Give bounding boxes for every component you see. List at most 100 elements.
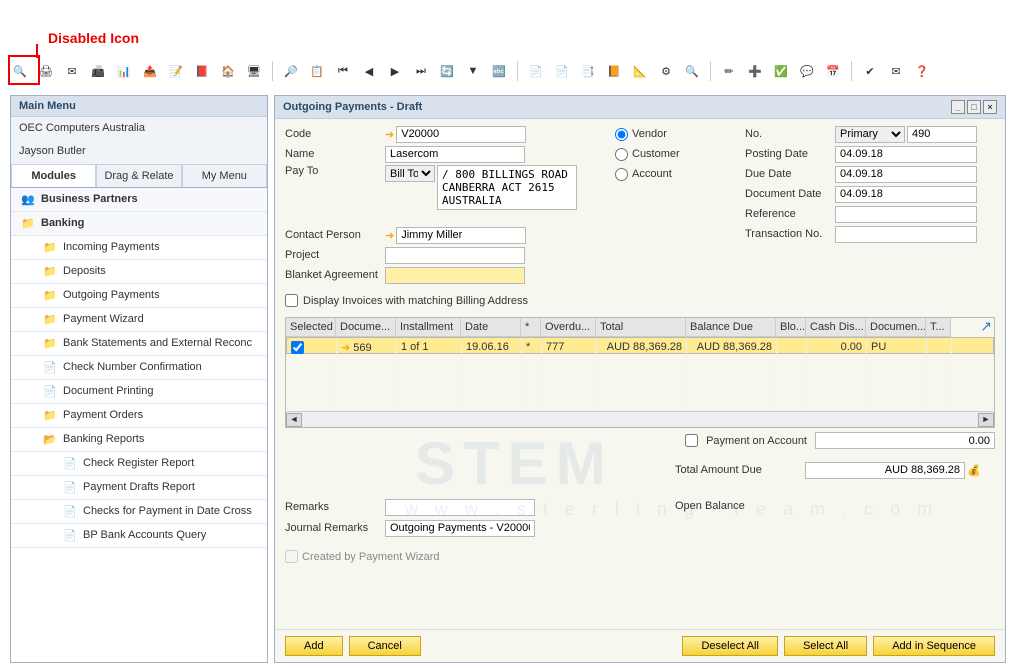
add-in-sequence-button[interactable]: Add in Sequence bbox=[873, 636, 995, 656]
approve-icon[interactable]: ✅ bbox=[771, 61, 791, 81]
payment-on-account-input[interactable] bbox=[815, 432, 995, 449]
export-xml-icon[interactable]: 📤 bbox=[140, 61, 160, 81]
address-textarea[interactable] bbox=[437, 165, 577, 210]
base-doc-icon[interactable]: 📙 bbox=[604, 61, 624, 81]
next-record-icon[interactable]: ▶ bbox=[385, 61, 405, 81]
form-settings-icon[interactable]: ⚙ bbox=[656, 61, 676, 81]
tree-item-payment-drafts-report[interactable]: 📄Payment Drafts Report bbox=[11, 476, 267, 500]
screen-layout-icon[interactable]: 🖥 bbox=[244, 61, 264, 81]
expand-icon[interactable]: ↗ bbox=[980, 318, 992, 335]
deselect-all-button[interactable]: Deselect All bbox=[682, 636, 777, 656]
last-record-icon[interactable]: ⏭ bbox=[411, 61, 431, 81]
journal-input[interactable] bbox=[385, 520, 535, 537]
posting-input[interactable] bbox=[835, 146, 977, 163]
tree-item-banking-reports[interactable]: 📂Banking Reports bbox=[11, 428, 267, 452]
tree-item-bank-statements-and-external-reconc[interactable]: 📁Bank Statements and External Reconc bbox=[11, 332, 267, 356]
blanket-input[interactable] bbox=[385, 267, 525, 284]
tree-item-check-register-report[interactable]: 📄Check Register Report bbox=[11, 452, 267, 476]
grid-scrollbar[interactable]: ◄ ► bbox=[286, 411, 994, 427]
tree-item-check-number-confirmation[interactable]: 📄Check Number Confirmation bbox=[11, 356, 267, 380]
email-icon[interactable]: ✉ bbox=[62, 61, 82, 81]
refresh-icon[interactable]: 🔄 bbox=[437, 61, 457, 81]
tree-item-incoming-payments[interactable]: 📁Incoming Payments bbox=[11, 236, 267, 260]
code-input[interactable] bbox=[396, 126, 526, 143]
grid-header[interactable]: Selected bbox=[286, 318, 336, 337]
translate-icon[interactable]: 🔤 bbox=[489, 61, 509, 81]
grid-header[interactable]: Date bbox=[461, 318, 521, 337]
alerts-icon[interactable]: ✔ bbox=[860, 61, 880, 81]
grid-header[interactable]: Balance Due bbox=[686, 318, 776, 337]
scroll-left-button[interactable]: ◄ bbox=[286, 413, 302, 427]
filter-icon[interactable]: 📋 bbox=[307, 61, 327, 81]
word-icon[interactable]: 📝 bbox=[166, 61, 186, 81]
row-select-checkbox[interactable] bbox=[291, 341, 304, 354]
grid-header[interactable]: Installment bbox=[396, 318, 461, 337]
contact-input[interactable] bbox=[396, 227, 526, 244]
tree-item-deposits[interactable]: 📁Deposits bbox=[11, 260, 267, 284]
grid-header[interactable]: Overdu... bbox=[541, 318, 596, 337]
grid-header[interactable]: Cash Dis... bbox=[806, 318, 866, 337]
grid-header[interactable]: Documen... bbox=[866, 318, 926, 337]
fax-icon[interactable]: 📠 bbox=[88, 61, 108, 81]
edit-icon[interactable]: ✏ bbox=[719, 61, 739, 81]
inbox-icon[interactable]: ✉ bbox=[886, 61, 906, 81]
maximize-button[interactable]: □ bbox=[967, 100, 981, 114]
tree-item-document-printing[interactable]: 📄Document Printing bbox=[11, 380, 267, 404]
add-button[interactable]: Add bbox=[285, 636, 343, 656]
calendar-icon[interactable]: 📅 bbox=[823, 61, 843, 81]
payto-select[interactable]: Bill To bbox=[385, 165, 435, 182]
tree-item-outgoing-payments[interactable]: 📁Outgoing Payments bbox=[11, 284, 267, 308]
doc-input[interactable] bbox=[835, 186, 977, 203]
select-all-button[interactable]: Select All bbox=[784, 636, 867, 656]
no-select[interactable]: Primary bbox=[835, 126, 905, 143]
link-arrow-icon[interactable]: ➜ bbox=[385, 229, 394, 242]
lock-icon[interactable]: 🏠 bbox=[218, 61, 238, 81]
find-icon[interactable]: 🔎 bbox=[281, 61, 301, 81]
export-excel-icon[interactable]: 📊 bbox=[114, 61, 134, 81]
payment-on-account-checkbox[interactable] bbox=[685, 434, 698, 447]
prev-record-icon[interactable]: ◀ bbox=[359, 61, 379, 81]
grid-header[interactable]: Total bbox=[596, 318, 686, 337]
tree-item-payment-wizard[interactable]: 📁Payment Wizard bbox=[11, 308, 267, 332]
duplicate-icon[interactable]: 📑 bbox=[578, 61, 598, 81]
tab-my-menu[interactable]: My Menu bbox=[182, 164, 267, 187]
project-input[interactable] bbox=[385, 247, 525, 264]
pdf-icon[interactable]: 📕 bbox=[192, 61, 212, 81]
customer-radio[interactable] bbox=[615, 148, 628, 161]
remarks-input[interactable] bbox=[385, 499, 535, 516]
tree-item-bp-bank-accounts-query[interactable]: 📄BP Bank Accounts Query bbox=[11, 524, 267, 548]
tab-drag-relate[interactable]: Drag & Relate bbox=[96, 164, 181, 187]
trans-input[interactable] bbox=[835, 226, 977, 243]
sort-icon[interactable]: ▼ bbox=[463, 61, 483, 81]
minimize-button[interactable]: _ bbox=[951, 100, 965, 114]
first-record-icon[interactable]: ⏮ bbox=[333, 61, 353, 81]
layout-designer-icon[interactable]: 🔍 bbox=[682, 61, 702, 81]
link-arrow-icon[interactable]: ➜ bbox=[385, 128, 394, 141]
help-icon[interactable]: ❓ bbox=[912, 61, 932, 81]
tree-item-checks-for-payment-in-date-cross[interactable]: 📄Checks for Payment in Date Cross bbox=[11, 500, 267, 524]
coin-icon[interactable]: 💰 bbox=[967, 464, 981, 477]
display-invoices-checkbox[interactable] bbox=[285, 294, 298, 307]
print-icon[interactable]: 🖨 bbox=[36, 61, 56, 81]
ref-input[interactable] bbox=[835, 206, 977, 223]
grid-header[interactable]: T... bbox=[926, 318, 951, 337]
vendor-radio[interactable] bbox=[615, 128, 628, 141]
cancel-button[interactable]: Cancel bbox=[349, 636, 421, 656]
scroll-right-button[interactable]: ► bbox=[978, 413, 994, 427]
add-icon[interactable]: ➕ bbox=[745, 61, 765, 81]
tree-item-payment-orders[interactable]: 📁Payment Orders bbox=[11, 404, 267, 428]
grid-header[interactable]: Blo... bbox=[776, 318, 806, 337]
grid-header[interactable]: Docume... bbox=[336, 318, 396, 337]
name-input[interactable] bbox=[385, 146, 525, 163]
close-button[interactable]: × bbox=[983, 100, 997, 114]
tree-item-business-partners[interactable]: 👥Business Partners bbox=[11, 188, 267, 212]
target-doc-icon[interactable]: 📐 bbox=[630, 61, 650, 81]
copy-from-icon[interactable]: 📄 bbox=[526, 61, 546, 81]
copy-to-icon[interactable]: 📄 bbox=[552, 61, 572, 81]
tab-modules[interactable]: Modules bbox=[11, 164, 96, 187]
no-input[interactable] bbox=[907, 126, 977, 143]
account-radio[interactable] bbox=[615, 168, 628, 181]
grid-header[interactable]: * bbox=[521, 318, 541, 337]
tree-item-banking[interactable]: 📁Banking bbox=[11, 212, 267, 236]
preview-icon[interactable]: 🔍 bbox=[10, 61, 30, 81]
